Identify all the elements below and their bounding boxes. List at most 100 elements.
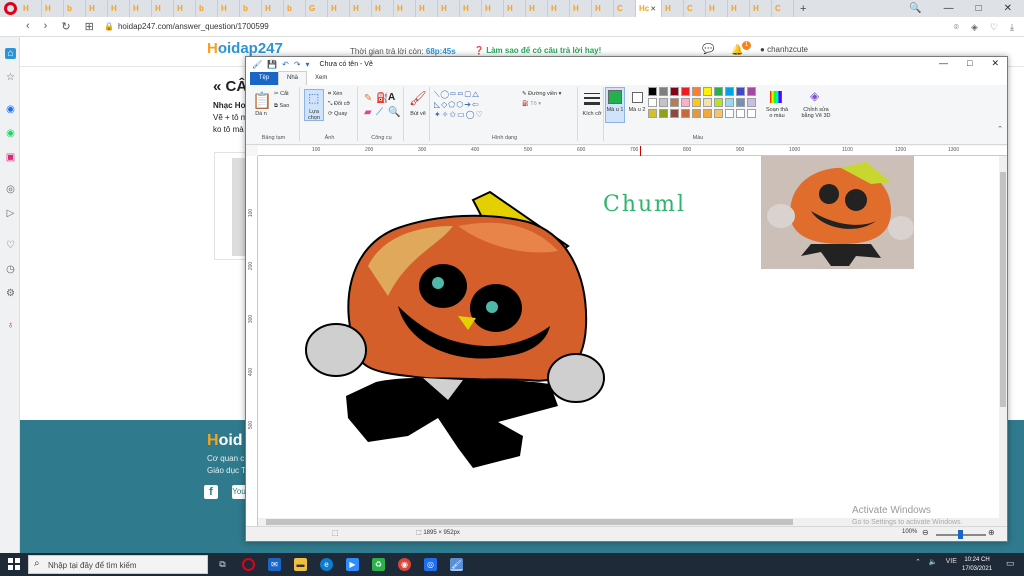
windows-start-icon[interactable] bbox=[8, 558, 20, 570]
magnifier-icon[interactable]: 🔍 bbox=[388, 107, 400, 118]
clock-icon[interactable]: ◷ bbox=[5, 264, 16, 275]
drawing-canvas[interactable]: Chuml bbox=[258, 156, 999, 518]
palette-swatch[interactable] bbox=[681, 98, 690, 107]
palette-swatch[interactable] bbox=[681, 109, 690, 118]
whatsapp-icon[interactable]: ◉ bbox=[5, 128, 16, 139]
palette-swatch[interactable] bbox=[714, 87, 723, 96]
browser-tab[interactable]: H bbox=[262, 0, 284, 17]
task-view-icon[interactable]: ⧉ bbox=[216, 558, 229, 571]
maximize-button[interactable]: □ bbox=[976, 3, 982, 14]
volume-icon[interactable]: 🔈 bbox=[929, 558, 938, 566]
browser-tab[interactable]: H bbox=[438, 0, 460, 17]
browser-tab[interactable]: H bbox=[416, 0, 438, 17]
palette-swatch[interactable] bbox=[736, 98, 745, 107]
reload-icon[interactable]: ↻ bbox=[61, 20, 70, 33]
palette-swatch[interactable] bbox=[648, 87, 657, 96]
palette-swatch[interactable] bbox=[659, 98, 668, 107]
paint3d-icon[interactable]: ◈ bbox=[810, 89, 819, 103]
chat-icon[interactable]: 💬 bbox=[702, 44, 714, 55]
save-icon[interactable]: 💾 bbox=[267, 60, 277, 69]
url-field[interactable]: 🔒 hoidap247.com/answer_question/1700599 bbox=[104, 22, 269, 31]
palette-swatch[interactable] bbox=[670, 109, 679, 118]
color1-button[interactable]: Mà u 1 bbox=[605, 107, 625, 113]
camera-icon[interactable]: ⌾ bbox=[954, 22, 959, 33]
paste-button[interactable]: Dá n bbox=[252, 111, 270, 117]
browser-tab[interactable]: H bbox=[504, 0, 526, 17]
browser-tab[interactable]: b bbox=[64, 0, 86, 17]
palette-swatch[interactable] bbox=[659, 109, 668, 118]
customize-icon[interactable]: ▾ bbox=[306, 60, 310, 69]
vertical-scroll-thumb[interactable] bbox=[1000, 172, 1006, 407]
browser-tab[interactable]: H bbox=[218, 0, 240, 17]
paint-maximize-button[interactable]: □ bbox=[967, 58, 972, 69]
minimize-button[interactable]: — bbox=[944, 3, 954, 14]
vpn-icon[interactable]: ◈ bbox=[971, 22, 978, 33]
palette-swatch[interactable] bbox=[648, 98, 657, 107]
color-picker-icon[interactable]: ⟋ bbox=[376, 107, 383, 118]
browser-tab[interactable]: H bbox=[130, 0, 152, 17]
paint-taskbar-icon[interactable]: 🖌 bbox=[450, 558, 463, 571]
palette-swatch[interactable] bbox=[747, 109, 756, 118]
browser-search-icon[interactable]: 🔍 bbox=[909, 3, 921, 14]
browser-tab[interactable]: b bbox=[284, 0, 306, 17]
tab-file[interactable]: Tệp bbox=[250, 72, 278, 85]
browser-tab[interactable]: H bbox=[174, 0, 196, 17]
browser-tab[interactable]: C bbox=[614, 0, 636, 17]
facebook-icon[interactable]: f bbox=[204, 485, 218, 499]
crop-button[interactable]: ⌗ Xén bbox=[328, 91, 342, 98]
palette-swatch[interactable] bbox=[703, 87, 712, 96]
browser-tab[interactable]: H bbox=[728, 0, 750, 17]
paint-minimize-button[interactable]: — bbox=[939, 58, 948, 69]
taskbar-clock[interactable]: 10:24 CH 17/03/2021 bbox=[962, 556, 992, 574]
heart-icon[interactable]: ♡ bbox=[5, 240, 16, 251]
forward-icon[interactable]: › bbox=[44, 20, 48, 33]
browser-tab[interactable]: H bbox=[570, 0, 592, 17]
pencil-icon[interactable]: ✎ bbox=[364, 93, 372, 104]
heart-icon[interactable]: ♡ bbox=[990, 22, 998, 33]
palette-swatch[interactable] bbox=[747, 98, 756, 107]
browser-tab[interactable]: b bbox=[196, 0, 218, 17]
rotate-button[interactable]: ⟳ Quay bbox=[328, 111, 347, 117]
messenger-icon[interactable]: ◉ bbox=[5, 104, 16, 115]
palette-swatch[interactable] bbox=[692, 87, 701, 96]
paint3d-button[interactable]: Chỉnh sửa bằng Vẽ 3D bbox=[798, 107, 834, 119]
input-language[interactable]: VIE bbox=[946, 558, 957, 566]
brush-icon[interactable]: 🖌 bbox=[409, 90, 427, 107]
active-browser-tab[interactable]: Hc ✕ bbox=[636, 0, 662, 17]
palette-swatch[interactable] bbox=[736, 109, 745, 118]
location-icon[interactable]: ♁ bbox=[5, 320, 16, 331]
outline-button[interactable]: ✎ Đường viền ▾ bbox=[522, 91, 561, 97]
grid-icon[interactable]: ⊞ bbox=[85, 20, 94, 33]
store-icon[interactable]: ♻ bbox=[372, 558, 385, 571]
collapse-ribbon-icon[interactable]: ⌃ bbox=[997, 125, 1003, 133]
palette-swatch[interactable] bbox=[736, 87, 745, 96]
browser-tab[interactable]: H bbox=[328, 0, 350, 17]
eraser-icon[interactable]: ▰ bbox=[364, 107, 372, 118]
browser-tab[interactable]: G bbox=[306, 0, 328, 17]
browser-tab[interactable]: H bbox=[394, 0, 416, 17]
browser-tab[interactable]: H bbox=[372, 0, 394, 17]
user-menu[interactable]: ● chanhzcute bbox=[760, 45, 808, 54]
text-icon[interactable]: A bbox=[388, 92, 395, 103]
new-tab-button[interactable]: + bbox=[794, 3, 806, 15]
palette-swatch[interactable] bbox=[747, 87, 756, 96]
resize-button[interactable]: ⤡ Đổi cỡ bbox=[328, 101, 350, 108]
palette-swatch[interactable] bbox=[725, 98, 734, 107]
edit-colors-button[interactable]: Soạn thả o màu bbox=[764, 107, 790, 119]
youtube-icon[interactable]: You bbox=[232, 485, 246, 499]
download-icon[interactable]: ⤓ bbox=[1010, 22, 1014, 33]
browser-tab[interactable]: b bbox=[240, 0, 262, 17]
edge-icon[interactable]: e bbox=[320, 558, 333, 571]
zoom-slider-knob[interactable] bbox=[958, 530, 963, 539]
tray-chevron-icon[interactable]: ⌃ bbox=[915, 558, 921, 566]
color2-button[interactable]: Mà u 2 bbox=[627, 107, 647, 113]
close-button[interactable]: ✕ bbox=[1004, 3, 1012, 14]
browser-tab[interactable]: H bbox=[592, 0, 614, 17]
browser-tab[interactable]: H bbox=[86, 0, 108, 17]
zoom-in-icon[interactable]: ⊕ bbox=[988, 528, 995, 537]
browser-tab[interactable]: H bbox=[662, 0, 684, 17]
opera-logo-icon[interactable] bbox=[4, 2, 17, 15]
home-icon[interactable]: ⌂ bbox=[5, 48, 16, 59]
size-button[interactable]: Kích cỡ bbox=[580, 111, 604, 117]
tab-home[interactable]: Nhà bbox=[278, 71, 308, 85]
